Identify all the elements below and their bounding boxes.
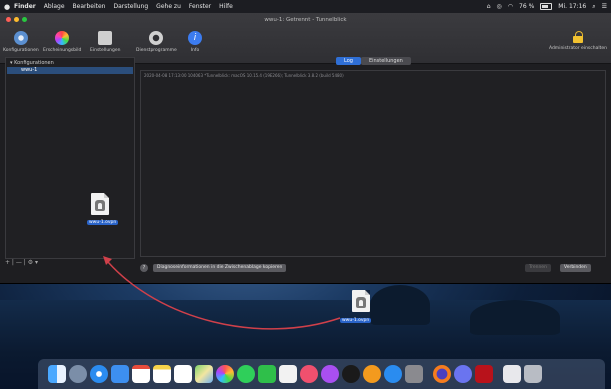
toolbar-dienstprogramme-button[interactable]: Dienstprogramme: [136, 31, 177, 53]
system-preferences-icon[interactable]: [405, 365, 423, 383]
dock: [38, 359, 605, 389]
messages-icon[interactable]: [237, 365, 255, 383]
discord-icon[interactable]: [454, 365, 472, 383]
calendar-icon[interactable]: [132, 365, 150, 383]
menu-finder[interactable]: Finder: [14, 3, 36, 10]
apple-icon[interactable]: ●: [0, 3, 14, 11]
tab-log[interactable]: Log: [336, 57, 361, 65]
control-center-icon[interactable]: ☰: [602, 3, 607, 10]
toolbar-erscheinungsbild-button[interactable]: Erscheinungsbild: [43, 31, 81, 53]
log-settings-tabs: Log Einstellungen: [336, 57, 411, 65]
maps-icon[interactable]: [195, 365, 213, 383]
toolbar-einstellungen-button[interactable]: Einstellungen: [90, 31, 121, 53]
app-store-icon[interactable]: [384, 365, 402, 383]
window-bottom-bar: ? Diagnoseinformationen in die Zwischena…: [140, 264, 606, 274]
finder-icon[interactable]: [48, 365, 66, 383]
dragged-file-label: wwu-1.ovpn: [87, 220, 119, 225]
firefox-icon[interactable]: [433, 365, 451, 383]
tools-icon: [149, 31, 164, 45]
desktop-ovpn-file-icon[interactable]: [352, 290, 370, 312]
admin-toggle-button[interactable]: Administrator einschalten: [549, 31, 607, 51]
menu-bearbeiten[interactable]: Bearbeiten: [73, 3, 106, 10]
clock[interactable]: Mi. 17:16: [558, 3, 586, 10]
books-icon[interactable]: [363, 365, 381, 383]
menu-gehe-zu[interactable]: Gehe zu: [156, 3, 181, 10]
toolbar-label: Dienstprogramme: [136, 48, 177, 53]
configurations-header[interactable]: ▾ Konfigurationen: [10, 60, 54, 66]
wallpaper-rock: [470, 300, 560, 335]
info-icon: i: [188, 31, 202, 45]
wifi-icon[interactable]: ◠: [508, 3, 513, 10]
toolbar-label: Info: [190, 48, 200, 53]
tab-einstellungen[interactable]: Einstellungen: [360, 57, 411, 65]
menu-ablage[interactable]: Ablage: [44, 3, 65, 10]
color-wheel-icon: [55, 31, 70, 45]
tunnelblick-status-icon[interactable]: ⌂: [487, 3, 491, 10]
help-button[interactable]: ?: [140, 264, 148, 272]
spotlight-icon[interactable]: ⌕: [592, 3, 595, 11]
log-line: 2020-04-08 17:13:00 104063 *Tunnelblick:…: [144, 73, 344, 78]
log-view[interactable]: 2020-04-08 17:13:00 104063 *Tunnelblick:…: [140, 70, 606, 257]
wallpaper-rock: [370, 285, 430, 325]
configurations-list[interactable]: ▾ Konfigurationen wwu-1 wwu-1.ovpn: [5, 57, 135, 259]
menu-darstellung[interactable]: Darstellung: [113, 3, 148, 10]
connect-button[interactable]: Verbinden: [560, 264, 591, 272]
battery-icon[interactable]: [540, 3, 553, 10]
configuration-item-wwu-1[interactable]: wwu-1: [7, 67, 133, 74]
window-title: wwu-1: Getrennt - Tunnelblick: [264, 17, 347, 23]
lock-icon: [572, 31, 583, 43]
tv-icon[interactable]: [342, 365, 360, 383]
vpn-shield-icon[interactable]: ◎: [497, 3, 502, 10]
news-icon[interactable]: [279, 365, 297, 383]
toolbar-label: Konfigurationen: [3, 48, 39, 53]
toolbar-label: Einstellungen: [90, 48, 121, 53]
mail-icon[interactable]: [111, 365, 129, 383]
toolbar-info-button[interactable]: i Info: [188, 31, 202, 53]
notes-icon[interactable]: [153, 365, 171, 383]
reminders-icon[interactable]: [174, 365, 192, 383]
copy-diagnostics-button[interactable]: Diagnoseinformationen in die Zwischenabl…: [153, 264, 287, 272]
photos-icon[interactable]: [216, 365, 234, 383]
menu-extras: ⌂ ◎ ◠ 76 % Mi. 17:16 ⌕ ☰: [487, 0, 607, 13]
configurations-footer-buttons[interactable]: + | — | ⚙ ▾: [5, 259, 133, 268]
toolbar-label: Erscheinungsbild: [43, 48, 82, 53]
admin-label: Administrator einschalten: [548, 46, 607, 51]
menu-fenster[interactable]: Fenster: [189, 3, 211, 10]
toolbar-konfigurationen-button[interactable]: Konfigurationen: [3, 31, 39, 53]
menu-hilfe[interactable]: Hilfe: [219, 3, 233, 10]
safari-icon[interactable]: [90, 365, 108, 383]
facetime-icon[interactable]: [258, 365, 276, 383]
menu-bar: ● Finder Ablage Bearbeiten Darstellung G…: [0, 0, 611, 13]
settings-panel-icon: [98, 31, 113, 45]
gear-icon: [13, 31, 28, 45]
music-icon[interactable]: [300, 365, 318, 383]
battery-percent[interactable]: 76 %: [519, 3, 534, 10]
launchpad-icon[interactable]: [69, 365, 87, 383]
desktop-file-label[interactable]: wwu-1.ovpn: [340, 318, 372, 323]
ovpn-file-icon[interactable]: [91, 193, 109, 215]
screenshot-icon[interactable]: [503, 365, 521, 383]
disconnect-button[interactable]: Trennen: [525, 264, 551, 272]
trash-icon[interactable]: [524, 365, 542, 383]
podcasts-icon[interactable]: [321, 365, 339, 383]
acrobat-icon[interactable]: [475, 365, 493, 383]
